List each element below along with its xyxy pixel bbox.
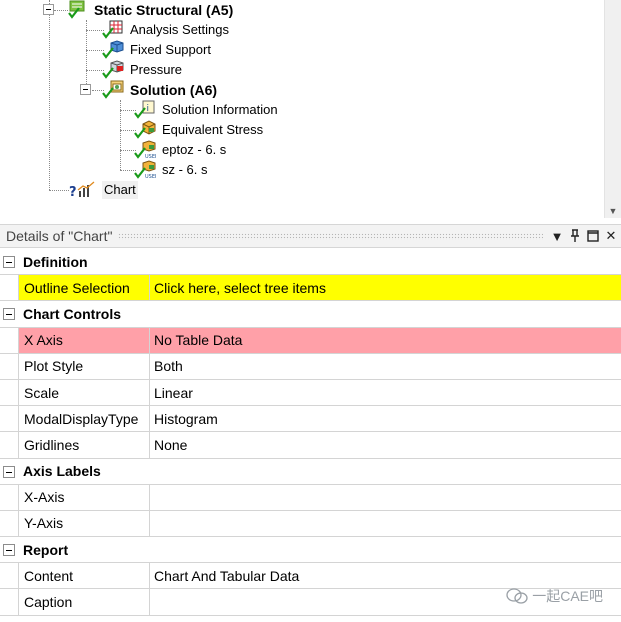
property-value[interactable]: Histogram	[150, 406, 621, 431]
category-definition[interactable]: Definition	[0, 249, 621, 276]
restore-icon[interactable]	[585, 227, 601, 245]
property-name: X-Axis	[18, 484, 150, 510]
svg-text:i: i	[147, 104, 150, 114]
solution-icon	[102, 80, 124, 100]
tree-item-label: Fixed Support	[130, 42, 211, 57]
tree-scrollbar[interactable]: ▼	[604, 0, 621, 218]
tree-connector	[49, 190, 69, 191]
tree-item-solution-information[interactable]: i Solution Information	[134, 100, 280, 120]
category-axis-labels[interactable]: Axis Labels	[0, 459, 621, 485]
svg-text:?: ?	[69, 185, 77, 200]
collapse-solution-button[interactable]	[80, 84, 91, 95]
collapse-static-structural-button[interactable]	[43, 4, 54, 15]
tree-item-label: Equivalent Stress	[162, 122, 264, 137]
tree-item-label: Pressure	[130, 62, 183, 77]
equivalent-stress-icon	[134, 120, 156, 140]
header-grip	[118, 232, 543, 240]
watermark: 一起CAE吧	[506, 586, 603, 606]
collapse-axis-labels-icon[interactable]	[3, 465, 15, 478]
property-y-axis-label[interactable]: Y-Axis	[0, 510, 621, 538]
property-gridlines[interactable]: Gridlines None	[0, 432, 621, 459]
details-grid: Definition Outline Selection Click here,…	[0, 249, 621, 616]
collapse-report-icon[interactable]	[3, 544, 15, 557]
property-name: Outline Selection	[18, 275, 150, 301]
details-panel-header: Details of "Chart" ▼ ✕	[0, 224, 621, 248]
details-panel-title: Details of "Chart"	[6, 228, 113, 244]
tree-item-label: Solution (A6)	[130, 82, 218, 98]
tree-item-fixed-support[interactable]: Fixed Support	[102, 40, 213, 60]
user-result-icon: USER	[134, 160, 156, 180]
property-value[interactable]: None	[150, 432, 621, 457]
solution-information-icon: i	[134, 100, 156, 120]
category-report[interactable]: Report	[0, 537, 621, 564]
tree-item-pressure[interactable]: Pressure	[102, 60, 184, 80]
fixed-support-icon	[102, 40, 124, 60]
property-value[interactable]: No Table Data	[150, 327, 621, 353]
tree-item-chart[interactable]: ? Chart	[68, 180, 138, 200]
property-plot-style[interactable]: Plot Style Both	[0, 353, 621, 380]
static-structural-icon	[66, 0, 88, 20]
tree-item-eptoz[interactable]: USER eptoz - 6. s	[134, 140, 228, 160]
tree-item-analysis-settings[interactable]: Analysis Settings	[102, 20, 231, 40]
tree-item-label: Analysis Settings	[130, 22, 229, 37]
property-name: Content	[18, 563, 150, 589]
tree-item-solution[interactable]: Solution (A6)	[102, 80, 219, 100]
property-value[interactable]	[150, 485, 621, 510]
watermark-text: 一起CAE吧	[532, 588, 603, 604]
category-chart-controls[interactable]: Chart Controls	[0, 301, 621, 328]
tree-item-label: eptoz - 6. s	[162, 142, 227, 157]
tree-item-sz[interactable]: USER sz - 6. s	[134, 160, 210, 180]
tree-connector	[49, 0, 50, 190]
property-scale[interactable]: Scale Linear	[0, 379, 621, 407]
property-outline-selection[interactable]: Outline Selection Click here, select tre…	[0, 275, 621, 302]
analysis-settings-icon	[102, 20, 124, 40]
wechat-icon	[506, 588, 528, 604]
category-label: Report	[23, 541, 69, 558]
tree-item-label: Chart	[102, 181, 138, 199]
property-name: Gridlines	[18, 432, 150, 458]
property-x-axis[interactable]: X Axis No Table Data	[0, 327, 621, 354]
scroll-down-icon[interactable]: ▼	[608, 206, 618, 216]
user-result-icon: USER	[134, 140, 156, 160]
property-value[interactable]: Click here, select tree items	[150, 275, 621, 301]
property-value[interactable]: Linear	[150, 380, 621, 405]
collapse-chart-controls-icon[interactable]	[3, 308, 15, 321]
pressure-icon	[102, 60, 124, 80]
svg-text:USER: USER	[145, 174, 156, 180]
pin-icon[interactable]	[567, 227, 583, 245]
property-value[interactable]: Chart And Tabular Data	[150, 563, 621, 588]
tree-item-static-structural[interactable]: Static Structural (A5)	[66, 0, 235, 20]
property-name: ModalDisplayType	[18, 406, 150, 432]
property-x-axis-label[interactable]: X-Axis	[0, 484, 621, 511]
outline-tree: Static Structural (A5) Analysis Settings…	[0, 0, 621, 218]
property-modal-display-type[interactable]: ModalDisplayType Histogram	[0, 406, 621, 433]
property-value[interactable]	[150, 511, 621, 536]
close-icon[interactable]: ✕	[603, 227, 619, 245]
property-name: Plot Style	[18, 353, 150, 379]
tree-item-equivalent-stress[interactable]: Equivalent Stress	[134, 120, 265, 140]
tree-item-label: Solution Information	[162, 102, 278, 117]
property-value[interactable]: Both	[150, 354, 621, 379]
property-name: Scale	[18, 379, 150, 406]
property-name: Y-Axis	[18, 510, 150, 537]
tree-item-label: Static Structural (A5)	[94, 2, 234, 18]
category-label: Chart Controls	[23, 305, 121, 322]
property-name: X Axis	[18, 327, 150, 353]
panel-dropdown-icon[interactable]: ▼	[549, 227, 565, 245]
property-name: Caption	[18, 589, 150, 615]
category-label: Definition	[23, 253, 88, 270]
category-label: Axis Labels	[23, 463, 101, 480]
tree-item-label: sz - 6. s	[162, 162, 208, 177]
chart-icon: ?	[68, 180, 98, 200]
collapse-definition-icon[interactable]	[3, 256, 15, 268]
